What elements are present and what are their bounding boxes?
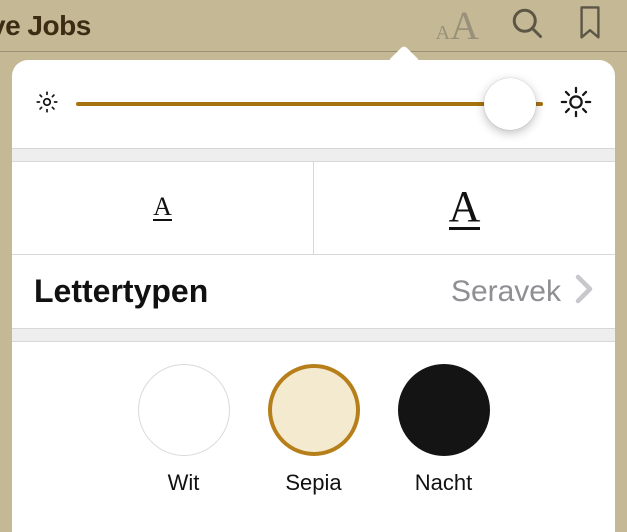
font-selector-label: Lettertypen [34,273,208,310]
bookmark-icon[interactable] [575,5,605,46]
letter-a-small-icon: A [153,195,172,222]
brightness-slider[interactable] [76,78,543,130]
letter-a-large-icon: A [449,186,481,231]
theme-label: Sepia [285,470,341,496]
font-selector-row[interactable]: Lettertypen Seravek [12,255,615,328]
theme-option-sepia[interactable]: Sepia [268,364,360,496]
theme-swatch-wit [138,364,230,456]
divider [12,328,615,342]
slider-thumb[interactable] [484,78,536,130]
search-icon[interactable] [509,5,545,46]
theme-label: Nacht [415,470,472,496]
font-size-larger-button[interactable]: A [314,162,615,254]
theme-label: Wit [168,470,200,496]
theme-option-wit[interactable]: Wit [138,364,230,496]
font-size-row: A A [12,162,615,254]
appearance-icon[interactable]: AA [436,2,479,49]
theme-swatch-nacht [398,364,490,456]
font-selector-value: Seravek [451,275,561,309]
book-title: ve Jobs [0,10,91,42]
divider [12,148,615,162]
brightness-low-icon [34,89,60,120]
brightness-row [12,60,615,148]
toolbar-icons: AA [436,2,627,49]
brightness-high-icon [559,85,593,124]
slider-track [76,102,543,106]
chevron-right-icon [575,274,593,309]
top-toolbar: ve Jobs AA [0,0,627,52]
theme-swatch-sepia [268,364,360,456]
theme-row: Wit Sepia Nacht [12,342,615,496]
appearance-popover: A A Lettertypen Seravek Wit [12,60,615,532]
theme-option-nacht[interactable]: Nacht [398,364,490,496]
popover-caret [390,46,418,60]
font-size-smaller-button[interactable]: A [12,162,314,254]
